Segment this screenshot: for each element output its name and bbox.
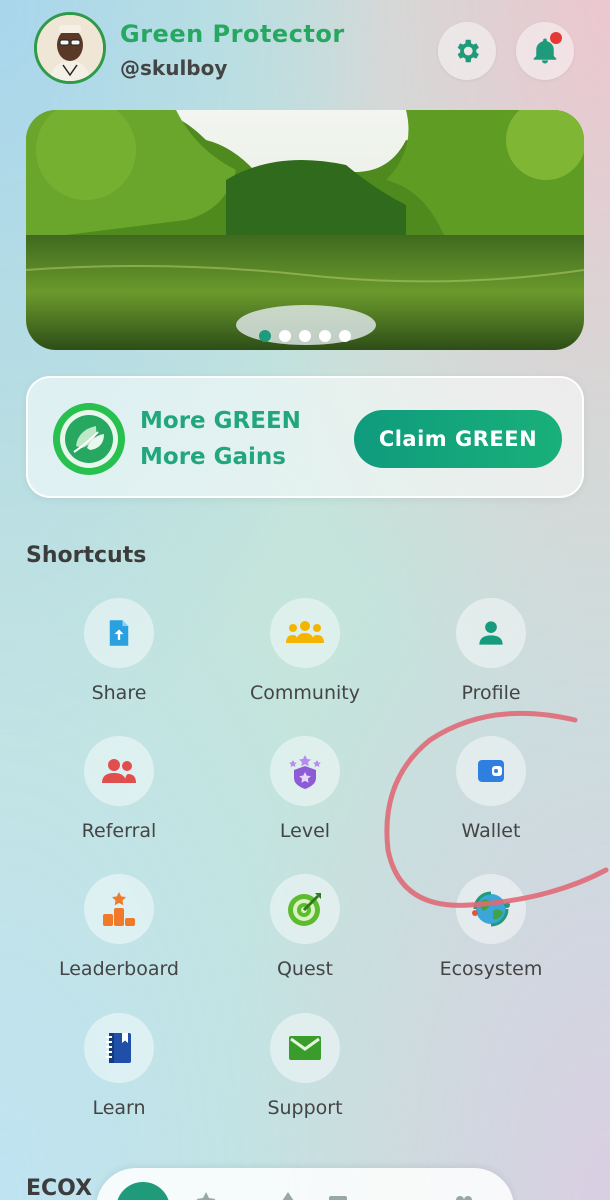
user-handle: @skulboy bbox=[120, 56, 228, 80]
profile-icon bbox=[479, 621, 503, 645]
nav-tree-icon[interactable] bbox=[276, 1190, 300, 1200]
claim-green-button[interactable]: Claim GREEN bbox=[354, 410, 562, 468]
avatar[interactable] bbox=[34, 12, 106, 84]
banner-carousel[interactable] bbox=[26, 110, 584, 350]
ecox-section-title: ECOX bbox=[26, 1176, 93, 1200]
carousel-dot[interactable] bbox=[339, 330, 351, 342]
bottom-navigation bbox=[96, 1168, 514, 1200]
shortcuts-title: Shortcuts bbox=[26, 543, 147, 568]
shortcut-label: Support bbox=[267, 1097, 343, 1119]
shortcut-label: Wallet bbox=[461, 820, 521, 842]
shortcut-leaderboard[interactable]: Leaderboard bbox=[29, 874, 209, 994]
notifications-button[interactable] bbox=[516, 22, 574, 80]
shortcut-support[interactable]: Support bbox=[215, 1013, 395, 1133]
referral-icon bbox=[102, 759, 136, 783]
carousel-dot[interactable] bbox=[279, 330, 291, 342]
forest-lake-image bbox=[26, 110, 584, 350]
settings-button[interactable] bbox=[438, 22, 496, 80]
nav-people-icon[interactable] bbox=[452, 1190, 476, 1200]
shortcut-level[interactable]: Level bbox=[215, 736, 395, 856]
promo-line-1: More GREEN bbox=[140, 408, 301, 434]
shortcut-referral[interactable]: Referral bbox=[29, 736, 209, 856]
shortcut-label: Profile bbox=[461, 682, 521, 704]
shortcut-label: Learn bbox=[92, 1097, 146, 1119]
shortcut-label: Share bbox=[91, 682, 147, 704]
community-icon bbox=[286, 621, 324, 643]
shortcut-label: Community bbox=[250, 682, 360, 704]
carousel-dots bbox=[26, 330, 584, 342]
ecosystem-globe-icon bbox=[472, 891, 510, 927]
shortcut-community[interactable]: Community bbox=[215, 598, 395, 718]
claim-card: More GREEN More Gains Claim GREEN bbox=[26, 376, 584, 498]
carousel-dot[interactable] bbox=[299, 330, 311, 342]
learn-book-icon bbox=[106, 1033, 131, 1063]
shortcut-wallet[interactable]: Wallet bbox=[401, 736, 581, 856]
leaderboard-icon bbox=[103, 892, 135, 926]
shortcut-label: Quest bbox=[276, 958, 334, 980]
shortcut-share[interactable]: Share bbox=[29, 598, 209, 718]
user-name: Green Protector bbox=[120, 20, 345, 48]
carousel-dot[interactable] bbox=[319, 330, 331, 342]
promo-line-2: More Gains bbox=[140, 444, 286, 470]
share-file-icon bbox=[109, 620, 129, 646]
support-mail-icon bbox=[289, 1036, 321, 1060]
level-shield-icon bbox=[289, 755, 321, 789]
nav-star-icon[interactable] bbox=[194, 1190, 218, 1200]
wallet-icon bbox=[478, 760, 504, 782]
shortcut-learn[interactable]: Learn bbox=[29, 1013, 209, 1133]
quest-target-icon bbox=[288, 893, 321, 926]
header: Green Protector @skulboy bbox=[0, 0, 610, 100]
nav-home-button[interactable] bbox=[116, 1182, 170, 1200]
notification-dot bbox=[550, 32, 562, 44]
nav-box-icon[interactable] bbox=[326, 1190, 350, 1200]
avatar-image bbox=[37, 15, 103, 81]
shortcut-profile[interactable]: Profile bbox=[401, 598, 581, 718]
shortcut-ecosystem[interactable]: Ecosystem bbox=[401, 874, 581, 994]
shortcut-label: Ecosystem bbox=[439, 958, 543, 980]
green-leaf-icon bbox=[53, 403, 125, 475]
shortcut-quest[interactable]: Quest bbox=[215, 874, 395, 994]
gear-icon bbox=[457, 39, 479, 63]
shortcut-label: Referral bbox=[81, 820, 157, 842]
shortcut-label: Leaderboard bbox=[58, 958, 179, 980]
shortcut-label: Level bbox=[279, 820, 331, 842]
carousel-dot[interactable] bbox=[259, 330, 271, 342]
